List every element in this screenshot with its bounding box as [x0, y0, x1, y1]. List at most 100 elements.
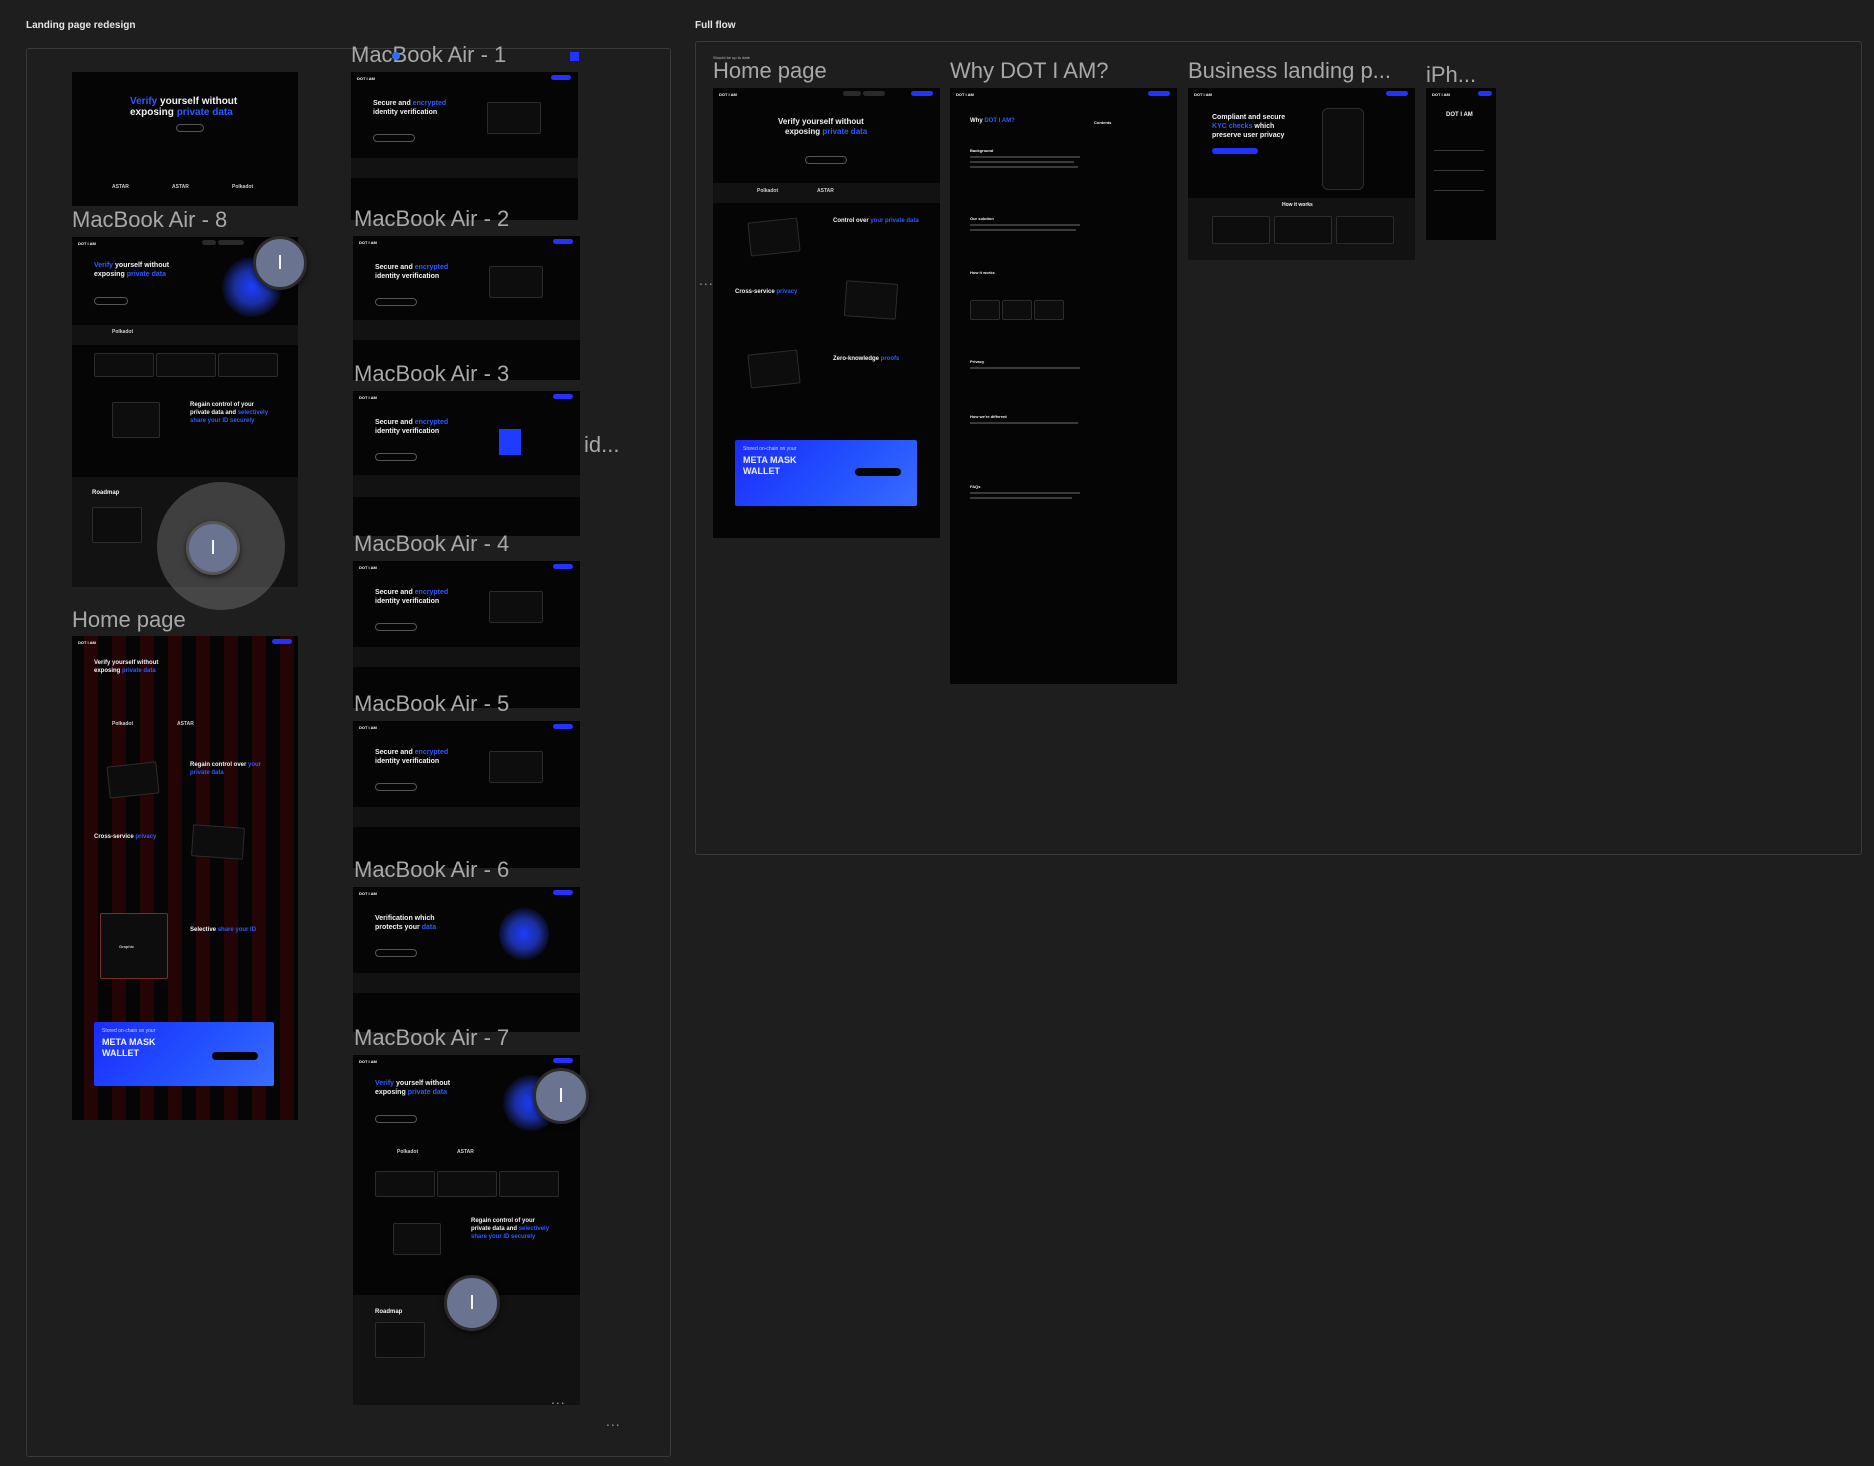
nav-pill[interactable] — [202, 240, 216, 245]
frame-title-home[interactable]: Home page — [72, 607, 186, 633]
feature-card — [437, 1171, 497, 1197]
get-started-button[interactable] — [375, 453, 417, 461]
get-started-button[interactable] — [375, 783, 417, 791]
get-started-button[interactable] — [375, 1115, 417, 1123]
nav-cta[interactable] — [1148, 91, 1170, 96]
frame-title-air1[interactable]: MacBook Air - 1 — [351, 42, 506, 68]
collaborator-avatar[interactable]: I — [253, 236, 307, 290]
frame-business[interactable]: DOT I AM Compliant and secure KYC checks… — [1188, 88, 1415, 260]
get-started-button[interactable] — [805, 156, 847, 164]
collaborator-avatar[interactable]: I — [533, 1068, 589, 1124]
secure-line2: identity verification — [375, 758, 440, 765]
nav-cta[interactable] — [551, 75, 571, 80]
secure-line1: Secure and — [373, 100, 413, 107]
get-started-button[interactable] — [176, 124, 204, 132]
regain-line1: Regain control of your — [190, 402, 255, 408]
encrypted: encrypted — [414, 264, 449, 271]
secure-line1: Secure and — [375, 419, 415, 426]
metamask-banner[interactable]: Stored on-chain on your META MASK WALLET — [735, 440, 917, 506]
card-graphic — [489, 266, 543, 298]
meta-line2: WALLET — [102, 1048, 139, 1058]
hero-private: private data — [407, 1089, 447, 1096]
nav-cta[interactable] — [553, 890, 573, 895]
meta-button[interactable] — [212, 1052, 258, 1060]
nav-pill[interactable] — [218, 240, 244, 245]
frame-title-business[interactable]: Business landing p... — [1188, 58, 1391, 84]
roadmap-title: Roadmap — [375, 1309, 403, 1315]
hero-line2: exposing — [94, 668, 123, 674]
frame-title-air6[interactable]: MacBook Air - 6 — [354, 857, 509, 883]
partner-logo: Polkadot — [397, 1149, 419, 1155]
grid-column — [280, 636, 294, 1120]
get-started-button[interactable] — [375, 949, 417, 957]
more-options[interactable]: ... — [606, 1413, 621, 1429]
fingerprint-graphic — [499, 907, 549, 961]
get-started-button[interactable] — [94, 297, 128, 305]
nav-cta[interactable] — [1386, 91, 1408, 96]
section-title-flow[interactable]: Full flow — [695, 20, 736, 31]
partner-logo: ASTAR — [172, 184, 189, 190]
nav-cta[interactable] — [553, 724, 573, 729]
more-options[interactable]: ... — [699, 272, 714, 288]
gap — [353, 807, 580, 827]
frame-title-iphone[interactable]: iPh... — [1426, 62, 1476, 88]
frame-air6[interactable]: DOT I AM Verification which protects you… — [353, 887, 580, 1032]
frame-title-air2[interactable]: MacBook Air - 2 — [354, 206, 509, 232]
get-started-button[interactable] — [375, 623, 417, 631]
text-line — [970, 156, 1080, 158]
meta-button[interactable] — [855, 468, 901, 476]
section-title-landing[interactable]: Landing page redesign — [26, 20, 135, 31]
collaborator-avatar[interactable]: I — [186, 521, 240, 575]
frame-why[interactable]: DOT I AM Why DOT I AM? Contents Backgrou… — [950, 88, 1177, 684]
frame-hero-top[interactable]: Verify yourself without exposing private… — [72, 72, 298, 206]
frame-title-flow-home[interactable]: Home page — [713, 58, 827, 84]
feature-card — [499, 1171, 559, 1197]
more-options[interactable]: ... — [551, 1391, 566, 1407]
frame-title-air5[interactable]: MacBook Air - 5 — [354, 691, 509, 717]
hero-line2: exposing — [375, 1089, 408, 1096]
nav-cta[interactable] — [272, 639, 292, 644]
get-started-button[interactable] — [373, 134, 415, 142]
regain-line2: private data and — [190, 410, 238, 416]
frame-title-air7[interactable]: MacBook Air - 7 — [354, 1025, 509, 1051]
frame-air2[interactable]: DOT I AM Secure and encrypted identity v… — [353, 236, 580, 380]
frame-title-hidden[interactable]: id... — [584, 432, 619, 458]
mask-card — [190, 824, 246, 860]
nav-pill[interactable] — [863, 91, 885, 96]
collaborator-avatar[interactable]: I — [444, 1275, 500, 1331]
logo: DOT I AM — [719, 92, 737, 97]
frame-title-why[interactable]: Why DOT I AM? — [950, 58, 1109, 84]
frame-air4[interactable]: DOT I AM Secure and encrypted identity v… — [353, 561, 580, 708]
verif-data: data — [421, 924, 437, 931]
nav-pill[interactable] — [843, 91, 861, 96]
nav-cta[interactable] — [553, 239, 573, 244]
why-title: Why — [970, 118, 985, 124]
frame-title-air4[interactable]: MacBook Air - 4 — [354, 531, 509, 557]
frame-air5[interactable]: DOT I AM Secure and encrypted identity v… — [353, 721, 580, 868]
feature-card — [156, 353, 216, 377]
frame-home[interactable]: DOT I AM Verify yourself without exposin… — [72, 636, 298, 1120]
frame-iphone[interactable]: DOT I AM DOT I AM — [1426, 88, 1496, 240]
meta-top: Stored on-chain on your — [743, 446, 797, 452]
get-started-button[interactable] — [375, 298, 417, 306]
privacy: privacy — [135, 834, 157, 840]
selection-handle[interactable] — [570, 52, 579, 61]
hero-line2: exposing — [130, 107, 177, 118]
frame-title-air3[interactable]: MacBook Air - 3 — [354, 361, 509, 387]
roadmap-card — [92, 507, 142, 543]
frame-air1[interactable]: DOT I AM Secure and encrypted identity v… — [351, 72, 578, 220]
biz-cta-button[interactable] — [1212, 148, 1258, 154]
nav-cta[interactable] — [553, 394, 573, 399]
nav-cta[interactable] — [1478, 91, 1492, 96]
feature-card — [94, 353, 154, 377]
nav-cta[interactable] — [553, 564, 573, 569]
frame-title-air8[interactable]: MacBook Air - 8 — [72, 207, 227, 233]
nav-cta[interactable] — [911, 91, 933, 96]
nav-cta[interactable] — [553, 1058, 573, 1063]
text-line — [970, 492, 1080, 494]
frame-flow-home[interactable]: DOT I AM Verify yourself without exposin… — [713, 88, 940, 538]
encrypted: encrypted — [412, 100, 447, 107]
metamask-banner[interactable]: Stored on-chain on your META MASK WALLET — [94, 1022, 274, 1086]
partner-logo: Polkadot — [112, 329, 134, 335]
frame-air3[interactable]: DOT I AM Secure and encrypted identity v… — [353, 391, 580, 536]
